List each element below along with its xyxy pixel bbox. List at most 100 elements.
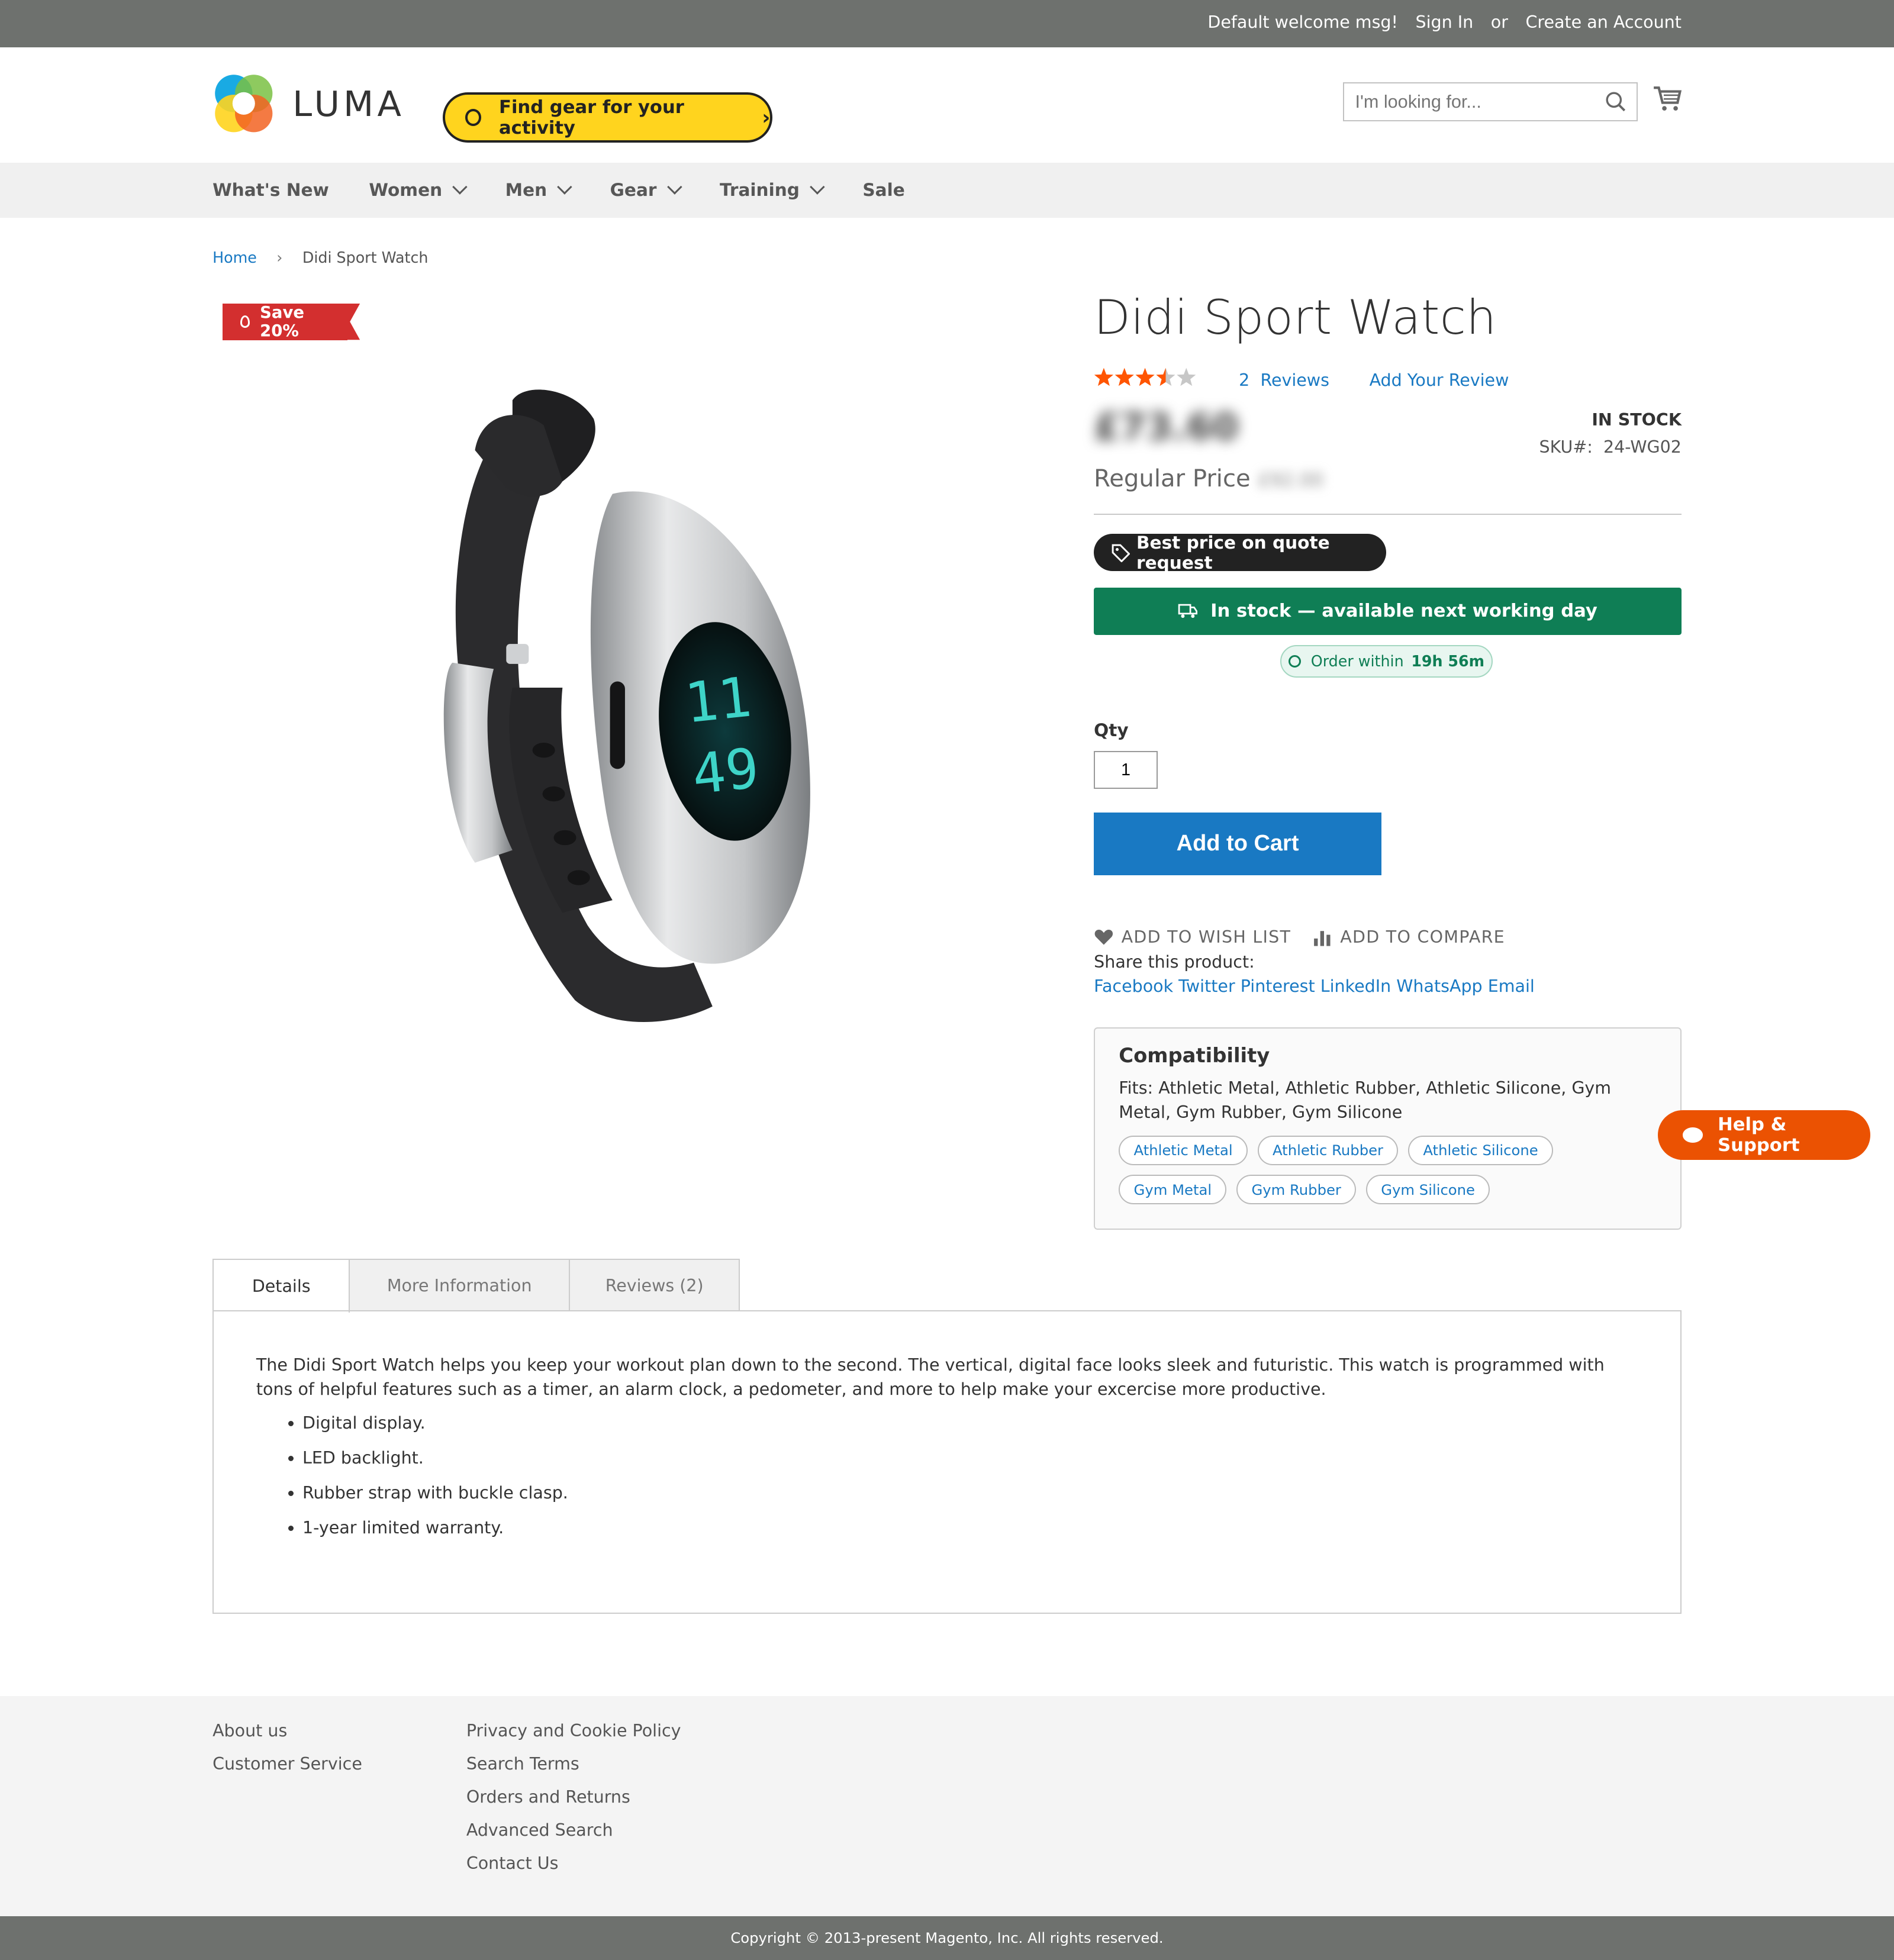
details-bullets: Digital display. LED backlight. Rubber str… (256, 1411, 1638, 1540)
tab-more-information[interactable]: More Information (349, 1258, 571, 1311)
footer-link[interactable]: Contact Us (466, 1853, 681, 1877)
or-text: or (1490, 12, 1508, 33)
regular-price: Regular Price £92.00 (1094, 465, 1323, 492)
nav-list: What's New Women Men Gear Training Sale (212, 179, 945, 201)
quote-badge: Best price on quote request (1094, 532, 1387, 573)
nav-item-label: Women (369, 180, 443, 201)
search-input[interactable] (1344, 83, 1604, 120)
breadcrumb-separator-icon: › (276, 249, 283, 267)
compatibility-fits: Fits: Athletic Metal, Athletic Rubber, A… (1119, 1078, 1612, 1122)
star-icon (1177, 368, 1196, 386)
share-link-linkedin[interactable]: LinkedIn (1320, 976, 1391, 996)
nav-item-men[interactable]: Men (505, 179, 572, 201)
truck-icon (1178, 604, 1198, 618)
nav-item-label: Men (505, 180, 547, 201)
create-account-link[interactable]: Create an Account (1525, 12, 1681, 32)
logo[interactable]: LUMA (212, 72, 405, 135)
footer-link[interactable]: About us (212, 1721, 362, 1744)
luma-logo-icon (215, 75, 273, 133)
rating-stars-icon (1094, 368, 1199, 393)
nav-item-what-s-new[interactable]: What's New (212, 180, 329, 200)
qty-input[interactable] (1094, 751, 1158, 789)
footer-link[interactable]: Customer Service (212, 1754, 362, 1777)
reviews-link[interactable]: 2 Reviews (1239, 370, 1329, 390)
order-within-pill: Order within 19h 56m (1280, 644, 1493, 678)
reviews-label: Reviews (1260, 370, 1329, 390)
star-icon (1115, 368, 1135, 386)
details-bullet: Rubber strap with buckle clasp. (302, 1481, 1638, 1505)
quote-badge-label: Best price on quote request (1136, 532, 1330, 573)
compatibility-chip[interactable]: Gym Metal (1119, 1175, 1227, 1205)
order-within-time: 19h 56m (1411, 652, 1485, 670)
footer-column-2: Privacy and Cookie Policy Search Terms Ord… (466, 1721, 681, 1887)
order-within-label: Order within (1310, 652, 1404, 670)
rating-stars-svg (1094, 368, 1196, 386)
share-link-email[interactable]: Email (1488, 976, 1535, 996)
nav-item-gear[interactable]: Gear (610, 179, 682, 201)
chevron-down-icon (810, 179, 825, 195)
cart-icon[interactable] (1653, 85, 1683, 112)
compatibility-chip[interactable]: Athletic Silicone (1408, 1135, 1553, 1165)
instock-banner-label: In stock — available next working day (1210, 601, 1597, 622)
chevron-down-icon (666, 179, 682, 195)
flame-icon (240, 315, 250, 328)
qty-label: Qty (1094, 720, 1129, 740)
footer-link[interactable]: Privacy and Cookie Policy (466, 1721, 681, 1744)
search-icon[interactable] (1605, 91, 1626, 112)
product-image[interactable]: 11 49 (425, 375, 850, 1037)
final-price: £73.60 (1094, 405, 1239, 449)
compatibility-box: Compatibility Fits: Athletic Metal, Athl… (1094, 1027, 1682, 1230)
footer: About us Customer Service Privacy and Coo… (0, 1696, 1894, 1916)
nav-item-women[interactable]: Women (369, 179, 468, 201)
add-to-compare-link[interactable]: ADD TO COMPARE (1313, 927, 1505, 947)
save-badge-label: Save 20% (260, 303, 304, 340)
copyright: Copyright © 2013-present Magento, Inc. A… (0, 1916, 1894, 1960)
product-tabs: Details More Information Reviews (2) (212, 1258, 740, 1313)
help-support-button[interactable]: Help & Support (1657, 1110, 1870, 1160)
find-gear-label: Find gear for your activity (499, 96, 684, 138)
nav-item-label: What's New (212, 180, 329, 201)
instock-banner: In stock — available next working day (1094, 587, 1682, 635)
compatibility-chip[interactable]: Gym Silicone (1366, 1175, 1490, 1205)
footer-link[interactable]: Orders and Returns (466, 1787, 681, 1810)
badge-notch (347, 304, 360, 340)
chevron-right-icon: › (762, 106, 771, 130)
save-badge: Save 20% (222, 303, 360, 340)
add-to-wishlist-link[interactable]: ADD TO WISH LIST (1094, 927, 1291, 947)
add-review-link[interactable]: Add Your Review (1370, 370, 1509, 390)
footer-link[interactable]: Advanced Search (466, 1820, 681, 1843)
top-links: Default welcome msg! Sign In or Create a… (1207, 12, 1682, 32)
compatibility-chip[interactable]: Athletic Rubber (1257, 1135, 1399, 1165)
compatibility-chip[interactable]: Athletic Metal (1119, 1135, 1248, 1165)
chevron-down-icon (452, 179, 468, 195)
nav-item-label: Gear (610, 180, 657, 201)
tab-details[interactable]: Details (212, 1258, 350, 1313)
nav-item-label: Sale (862, 180, 905, 201)
nav-item-training[interactable]: Training (719, 179, 825, 201)
watch-display-bottom: 49 (690, 736, 762, 807)
share-link-whatsapp[interactable]: WhatsApp (1396, 976, 1482, 996)
sign-in-link[interactable]: Sign In (1416, 12, 1474, 32)
search-box (1342, 82, 1638, 121)
add-to-cart-button[interactable]: Add to Cart (1094, 812, 1381, 875)
find-gear-button[interactable]: Find gear for your activity › (442, 92, 773, 143)
chevron-down-icon (557, 179, 572, 195)
compatibility-chip[interactable]: Gym Rubber (1236, 1175, 1357, 1205)
share-link-twitter[interactable]: Twitter (1178, 976, 1235, 996)
top-bar: Default welcome msg! Sign In or Create a… (0, 0, 1894, 48)
nav-item-label: Training (719, 180, 800, 201)
share-links: Facebook Twitter Pinterest LinkedIn What… (1094, 976, 1535, 996)
stock-status: IN STOCK (1592, 410, 1682, 430)
add-to-compare-label: ADD TO COMPARE (1340, 927, 1505, 947)
breadcrumb-home[interactable]: Home (212, 249, 257, 266)
share-link-pinterest[interactable]: Pinterest (1241, 976, 1315, 996)
help-support-label: Help & Support (1718, 1114, 1800, 1156)
share-link-facebook[interactable]: Facebook (1094, 976, 1173, 996)
tab-reviews[interactable]: Reviews (2) (569, 1258, 740, 1311)
nav-item-sale[interactable]: Sale (862, 180, 904, 200)
reviews-count: 2 (1239, 370, 1250, 390)
footer-link[interactable]: Search Terms (466, 1754, 681, 1777)
star-icon (1094, 368, 1114, 386)
share-label: Share this product: (1094, 952, 1255, 972)
product-title: Didi Sport Watch (1094, 290, 1497, 346)
